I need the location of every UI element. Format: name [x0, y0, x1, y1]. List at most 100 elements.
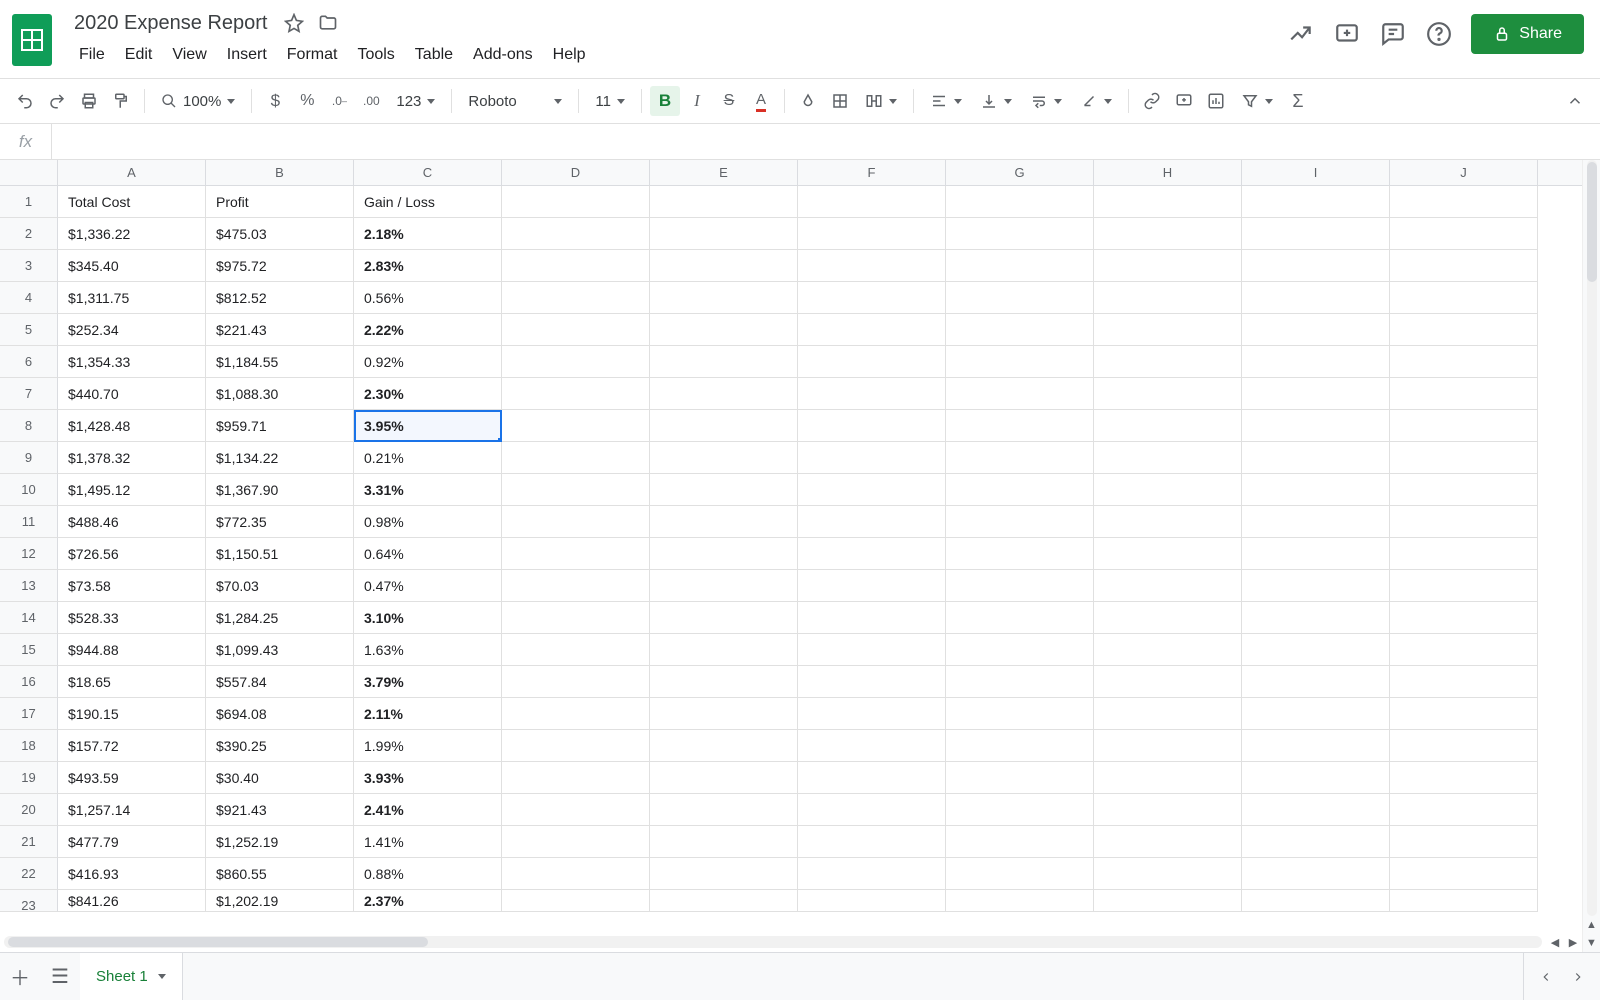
menu-help[interactable]: Help: [544, 42, 595, 68]
cell-E17[interactable]: [650, 698, 798, 730]
cell-G11[interactable]: [946, 506, 1094, 538]
add-comment-icon[interactable]: [1333, 20, 1361, 48]
cell-B23[interactable]: $1,202.19: [206, 890, 354, 912]
cell-D2[interactable]: [502, 218, 650, 250]
cell-F22[interactable]: [798, 858, 946, 890]
column-header-D[interactable]: D: [502, 160, 650, 185]
link-button[interactable]: [1137, 86, 1167, 116]
row-header-9[interactable]: 9: [0, 442, 58, 474]
cell-D4[interactable]: [502, 282, 650, 314]
cell-E9[interactable]: [650, 442, 798, 474]
cell-B21[interactable]: $1,252.19: [206, 826, 354, 858]
column-header-J[interactable]: J: [1390, 160, 1538, 185]
cell-D10[interactable]: [502, 474, 650, 506]
cell-H11[interactable]: [1094, 506, 1242, 538]
cell-J19[interactable]: [1390, 762, 1538, 794]
row-header-10[interactable]: 10: [0, 474, 58, 506]
cell-E14[interactable]: [650, 602, 798, 634]
cell-G9[interactable]: [946, 442, 1094, 474]
cell-H23[interactable]: [1094, 890, 1242, 912]
cell-B12[interactable]: $1,150.51: [206, 538, 354, 570]
cell-H3[interactable]: [1094, 250, 1242, 282]
cell-F9[interactable]: [798, 442, 946, 474]
cell-J15[interactable]: [1390, 634, 1538, 666]
cell-J21[interactable]: [1390, 826, 1538, 858]
cell-E21[interactable]: [650, 826, 798, 858]
cell-C11[interactable]: 0.98%: [354, 506, 502, 538]
scroll-up-icon[interactable]: ▲: [1583, 916, 1600, 934]
cell-G21[interactable]: [946, 826, 1094, 858]
cell-F19[interactable]: [798, 762, 946, 794]
text-color-button[interactable]: A: [746, 86, 776, 116]
cell-A10[interactable]: $1,495.12: [58, 474, 206, 506]
sheet-tab-1[interactable]: Sheet 1: [80, 953, 183, 1000]
cell-J4[interactable]: [1390, 282, 1538, 314]
cell-D15[interactable]: [502, 634, 650, 666]
menu-edit[interactable]: Edit: [116, 42, 162, 68]
cell-E15[interactable]: [650, 634, 798, 666]
cell-C22[interactable]: 0.88%: [354, 858, 502, 890]
scroll-left-icon[interactable]: ◀: [1546, 933, 1564, 951]
cell-G2[interactable]: [946, 218, 1094, 250]
cell-G6[interactable]: [946, 346, 1094, 378]
cell-H19[interactable]: [1094, 762, 1242, 794]
cell-G16[interactable]: [946, 666, 1094, 698]
row-header-7[interactable]: 7: [0, 378, 58, 410]
cell-A3[interactable]: $345.40: [58, 250, 206, 282]
cell-J10[interactable]: [1390, 474, 1538, 506]
cell-F14[interactable]: [798, 602, 946, 634]
cell-F15[interactable]: [798, 634, 946, 666]
cell-I23[interactable]: [1242, 890, 1390, 912]
cell-G4[interactable]: [946, 282, 1094, 314]
cell-B8[interactable]: $959.71: [206, 410, 354, 442]
cell-C12[interactable]: 0.64%: [354, 538, 502, 570]
column-header-A[interactable]: A: [58, 160, 206, 185]
row-header-8[interactable]: 8: [0, 410, 58, 442]
undo-button[interactable]: [10, 86, 40, 116]
cell-D18[interactable]: [502, 730, 650, 762]
row-header-12[interactable]: 12: [0, 538, 58, 570]
cell-E16[interactable]: [650, 666, 798, 698]
cell-F16[interactable]: [798, 666, 946, 698]
cell-H9[interactable]: [1094, 442, 1242, 474]
cell-B11[interactable]: $772.35: [206, 506, 354, 538]
row-header-16[interactable]: 16: [0, 666, 58, 698]
row-header-1[interactable]: 1: [0, 186, 58, 218]
increase-decimal-button[interactable]: .00: [356, 86, 386, 116]
cell-H5[interactable]: [1094, 314, 1242, 346]
cell-F7[interactable]: [798, 378, 946, 410]
cell-F6[interactable]: [798, 346, 946, 378]
cell-C5[interactable]: 2.22%: [354, 314, 502, 346]
row-header-22[interactable]: 22: [0, 858, 58, 890]
scroll-down-icon[interactable]: ▼: [1583, 934, 1600, 952]
cell-I10[interactable]: [1242, 474, 1390, 506]
cell-H7[interactable]: [1094, 378, 1242, 410]
cell-F11[interactable]: [798, 506, 946, 538]
cell-A16[interactable]: $18.65: [58, 666, 206, 698]
cell-A8[interactable]: $1,428.48: [58, 410, 206, 442]
cell-F23[interactable]: [798, 890, 946, 912]
row-header-3[interactable]: 3: [0, 250, 58, 282]
cell-D11[interactable]: [502, 506, 650, 538]
row-header-2[interactable]: 2: [0, 218, 58, 250]
cell-E19[interactable]: [650, 762, 798, 794]
activity-trend-icon[interactable]: [1287, 20, 1315, 48]
cell-D13[interactable]: [502, 570, 650, 602]
cell-H13[interactable]: [1094, 570, 1242, 602]
cell-G3[interactable]: [946, 250, 1094, 282]
column-header-G[interactable]: G: [946, 160, 1094, 185]
cell-B3[interactable]: $975.72: [206, 250, 354, 282]
cell-G22[interactable]: [946, 858, 1094, 890]
row-header-14[interactable]: 14: [0, 602, 58, 634]
cell-H18[interactable]: [1094, 730, 1242, 762]
cell-C16[interactable]: 3.79%: [354, 666, 502, 698]
cell-I21[interactable]: [1242, 826, 1390, 858]
cell-I18[interactable]: [1242, 730, 1390, 762]
rotate-button[interactable]: [1072, 86, 1120, 116]
cell-H16[interactable]: [1094, 666, 1242, 698]
row-header-23[interactable]: 23: [0, 890, 58, 912]
cell-J5[interactable]: [1390, 314, 1538, 346]
move-folder-icon[interactable]: [317, 12, 339, 34]
cell-B2[interactable]: $475.03: [206, 218, 354, 250]
menu-tools[interactable]: Tools: [348, 42, 403, 68]
